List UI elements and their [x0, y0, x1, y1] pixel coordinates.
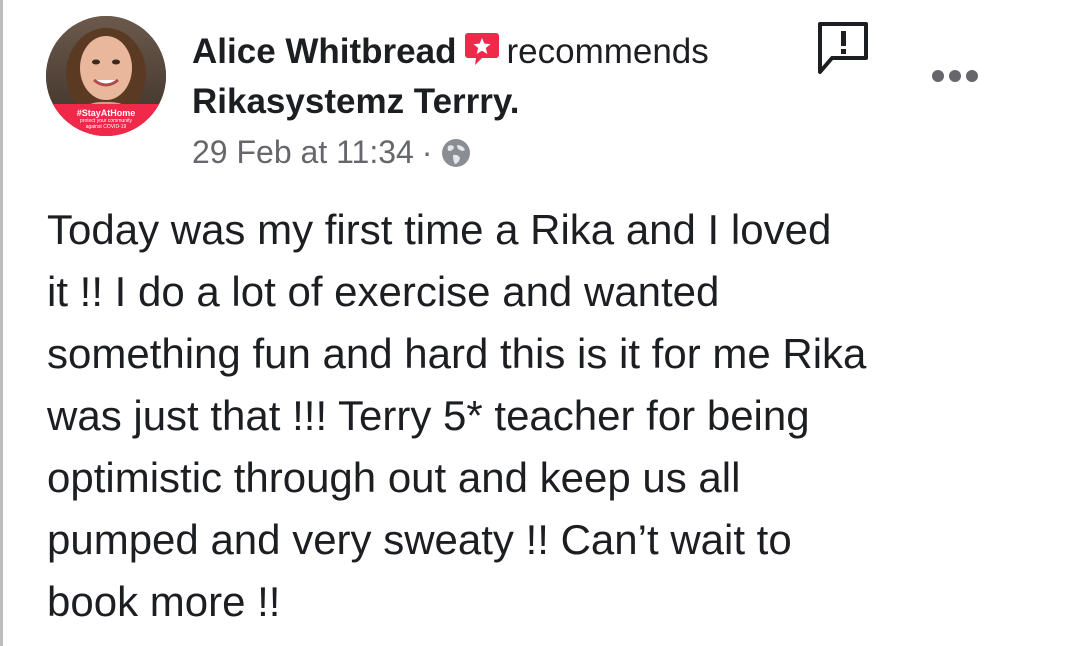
post-body-line: Today was my first time a Rika and I lov… — [47, 206, 832, 253]
post-body-line: it !! I do a lot of exercise and wanted — [47, 268, 720, 315]
more-options-icon[interactable] — [930, 64, 980, 88]
meta-separator: · — [421, 134, 433, 170]
action-verb: recommends — [506, 32, 709, 71]
author-name[interactable]: Alice Whitbread — [192, 32, 456, 71]
left-border — [0, 0, 3, 646]
globe-icon — [440, 137, 472, 177]
post-body-line: pumped and very sweaty !! Can’t wait to — [47, 516, 792, 563]
post-body-line: book more !! — [47, 578, 281, 625]
post-timestamp[interactable]: 29 Feb at 11:34 — [192, 134, 414, 170]
post-header-line-1: Alice Whitbread recommends — [192, 31, 709, 76]
post-body-line: optimistic through out and keep us all — [47, 454, 741, 501]
post-body-line: was just that !!! Terry 5* teacher for b… — [47, 392, 810, 439]
avatar-frame-text: #StayAtHome — [76, 108, 136, 118]
post-body: Today was my first time a Rika and I lov… — [47, 199, 1057, 633]
report-icon[interactable] — [816, 20, 872, 76]
recommend-icon — [464, 31, 500, 76]
avatar[interactable]: #StayAtHome protect your community again… — [46, 16, 166, 136]
page-name[interactable]: Rikasystemz Terrry. — [192, 82, 520, 121]
post-body-line: something fun and hard this is it for me… — [47, 330, 867, 377]
post-header-line-2: Rikasystemz Terrry. — [192, 82, 520, 122]
post-meta: 29 Feb at 11:34 · — [192, 133, 472, 177]
avatar-frame-subtext: protect your community against COVID-19 — [80, 118, 132, 130]
